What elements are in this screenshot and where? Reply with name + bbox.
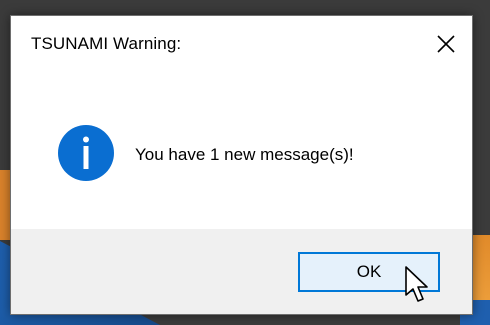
dialog-message: You have 1 new message(s)! bbox=[135, 145, 354, 164]
ok-button-label: OK bbox=[356, 262, 382, 281]
info-icon bbox=[58, 125, 114, 181]
dialog-titlebar[interactable]: TSUNAMI Warning: bbox=[11, 16, 472, 74]
dialog-content: You have 1 new message(s)! bbox=[11, 74, 472, 229]
ok-button[interactable]: OK bbox=[298, 252, 440, 292]
dialog-title: TSUNAMI Warning: bbox=[31, 34, 182, 53]
close-icon bbox=[437, 35, 455, 53]
dialog-footer: OK bbox=[11, 229, 472, 314]
close-button[interactable] bbox=[420, 16, 472, 72]
message-dialog: TSUNAMI Warning: You have 1 new message(… bbox=[10, 15, 473, 315]
